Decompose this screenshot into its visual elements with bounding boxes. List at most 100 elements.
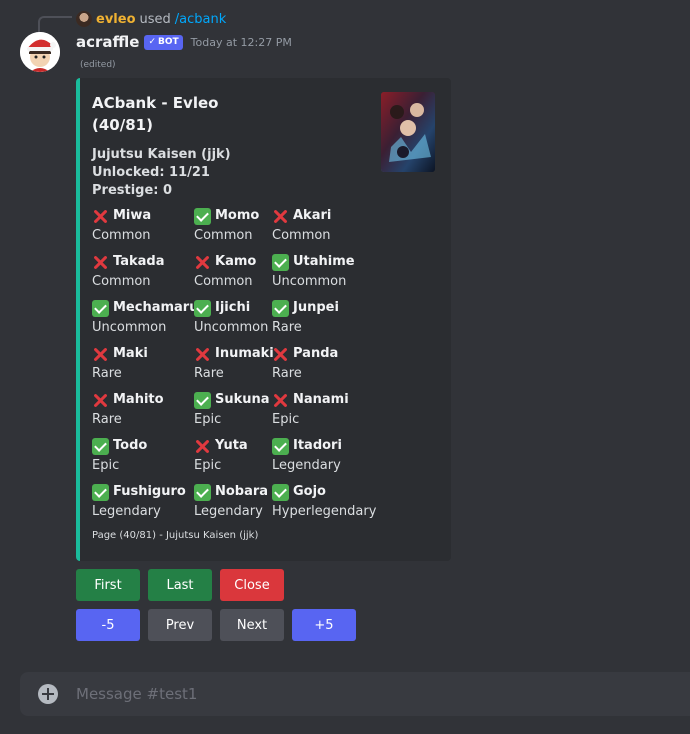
message-input[interactable]: Message #test1: [76, 685, 197, 703]
character-name: Fushiguro: [113, 484, 186, 499]
character-name: Utahime: [293, 254, 355, 269]
character-name-row: Utahime: [272, 252, 355, 272]
character-name-row: Itadori: [272, 436, 342, 456]
character-field: Sukuna Epic: [194, 390, 270, 430]
message-composer[interactable]: Message #test1: [20, 672, 690, 716]
message-timestamp[interactable]: Today at 12:27 PM: [191, 36, 292, 49]
check-mark-icon: [194, 483, 211, 501]
embed-footer: Page (40/81) - Jujutsu Kaisen (jjk): [92, 530, 259, 541]
character-name-row: Akari: [272, 206, 331, 226]
close-button[interactable]: Close: [220, 569, 284, 601]
first-button[interactable]: First: [76, 569, 140, 601]
embed-card: ACbank - Evleo (40/81) Jujutsu Kaisen (j…: [76, 78, 451, 561]
minus-five-button[interactable]: -5: [76, 609, 140, 641]
character-rarity: Rare: [272, 366, 302, 381]
last-button[interactable]: Last: [148, 569, 212, 601]
embed-title-line1: ACbank - Evleo: [92, 94, 219, 112]
character-field: Todo Epic: [92, 436, 147, 476]
character-field: Maki Rare: [92, 344, 148, 384]
character-rarity: Rare: [194, 366, 224, 381]
character-name-row: Takada: [92, 252, 164, 272]
character-name-row: Inumaki: [194, 344, 274, 364]
character-name: Nanami: [293, 392, 349, 407]
character-name-row: Gojo: [272, 482, 376, 502]
character-name: Kamo: [215, 254, 257, 269]
character-rarity: Common: [272, 228, 331, 243]
character-name-row: Nobara: [194, 482, 268, 502]
replied-username[interactable]: evleo: [96, 12, 136, 27]
character-field: Itadori Legendary: [272, 436, 342, 476]
embed-description: Jujutsu Kaisen (jjk) Unlocked: 11/21 Pre…: [92, 146, 231, 200]
series-name: Jujutsu Kaisen (jjk): [92, 147, 231, 162]
character-rarity: Uncommon: [194, 320, 269, 335]
character-name-row: Maki: [92, 344, 148, 364]
character-rarity: Epic: [194, 458, 222, 473]
bot-avatar[interactable]: [20, 32, 60, 72]
cross-mark-icon: [272, 392, 289, 409]
character-field: Junpei Rare: [272, 298, 339, 338]
character-rarity: Common: [92, 228, 151, 243]
character-field: Momo Common: [194, 206, 259, 246]
character-name: Sukuna: [215, 392, 270, 407]
add-attachment-icon[interactable]: [38, 684, 58, 704]
character-rarity: Legendary: [272, 458, 341, 473]
character-name-row: Nanami: [272, 390, 349, 410]
plus-five-button[interactable]: +5: [292, 609, 356, 641]
bot-badge: ✓ BOT: [144, 34, 183, 50]
character-name: Mahito: [113, 392, 164, 407]
prev-button[interactable]: Prev: [148, 609, 212, 641]
character-name: Ijichi: [215, 300, 251, 315]
reply-context[interactable]: evleo used /acbank: [76, 10, 226, 28]
slash-command[interactable]: /acbank: [175, 12, 226, 27]
reply-connector: [38, 16, 72, 32]
character-rarity: Common: [194, 274, 253, 289]
edited-marker: (edited): [80, 60, 116, 70]
character-name: Inumaki: [215, 346, 274, 361]
character-field: Akari Common: [272, 206, 331, 246]
character-rarity: Hyperlegendary: [272, 504, 377, 519]
character-field: Mahito Rare: [92, 390, 164, 430]
character-field: Mechamaru Uncommon: [92, 298, 198, 338]
unlocked-count: Unlocked: 11/21: [92, 165, 210, 180]
character-rarity: Rare: [92, 412, 122, 427]
character-name-row: Yuta: [194, 436, 248, 456]
character-field: Takada Common: [92, 252, 164, 292]
character-field: Miwa Common: [92, 206, 151, 246]
character-rarity: Legendary: [92, 504, 161, 519]
check-mark-icon: [272, 437, 289, 455]
character-rarity: Uncommon: [92, 320, 167, 335]
character-name-row: Kamo: [194, 252, 256, 272]
character-name: Panda: [293, 346, 339, 361]
character-name: Momo: [215, 208, 260, 223]
check-mark-icon: [272, 299, 289, 317]
next-button[interactable]: Next: [220, 609, 284, 641]
character-field: Fushiguro Legendary: [92, 482, 186, 522]
character-name: Takada: [113, 254, 165, 269]
prestige-level: Prestige: 0: [92, 183, 173, 198]
character-name: Akari: [293, 208, 332, 223]
character-field: Nanami Epic: [272, 390, 349, 430]
character-field: Gojo Hyperlegendary: [272, 482, 376, 522]
cross-mark-icon: [194, 346, 211, 363]
character-name-row: Miwa: [92, 206, 151, 226]
check-mark-icon: [272, 483, 289, 501]
cross-mark-icon: [194, 254, 211, 271]
embed-thumbnail[interactable]: [381, 92, 435, 172]
character-name-row: Mahito: [92, 390, 164, 410]
reply-action-text: used: [139, 11, 171, 27]
character-name-row: Momo: [194, 206, 259, 226]
verified-check-icon: ✓: [148, 37, 156, 47]
character-rarity: Epic: [92, 458, 120, 473]
character-name: Mechamaru: [113, 300, 199, 315]
cross-mark-icon: [92, 392, 109, 409]
cross-mark-icon: [92, 254, 109, 271]
check-mark-icon: [272, 253, 289, 271]
bot-username[interactable]: acraffle: [76, 33, 139, 51]
character-name-row: Fushiguro: [92, 482, 186, 502]
character-rarity: Rare: [92, 366, 122, 381]
character-name: Gojo: [293, 484, 326, 499]
check-mark-icon: [194, 207, 211, 225]
character-name-row: Mechamaru: [92, 298, 198, 318]
message-header: acraffle ✓ BOT Today at 12:27 PM: [76, 31, 292, 53]
replied-user-avatar[interactable]: [76, 11, 92, 27]
